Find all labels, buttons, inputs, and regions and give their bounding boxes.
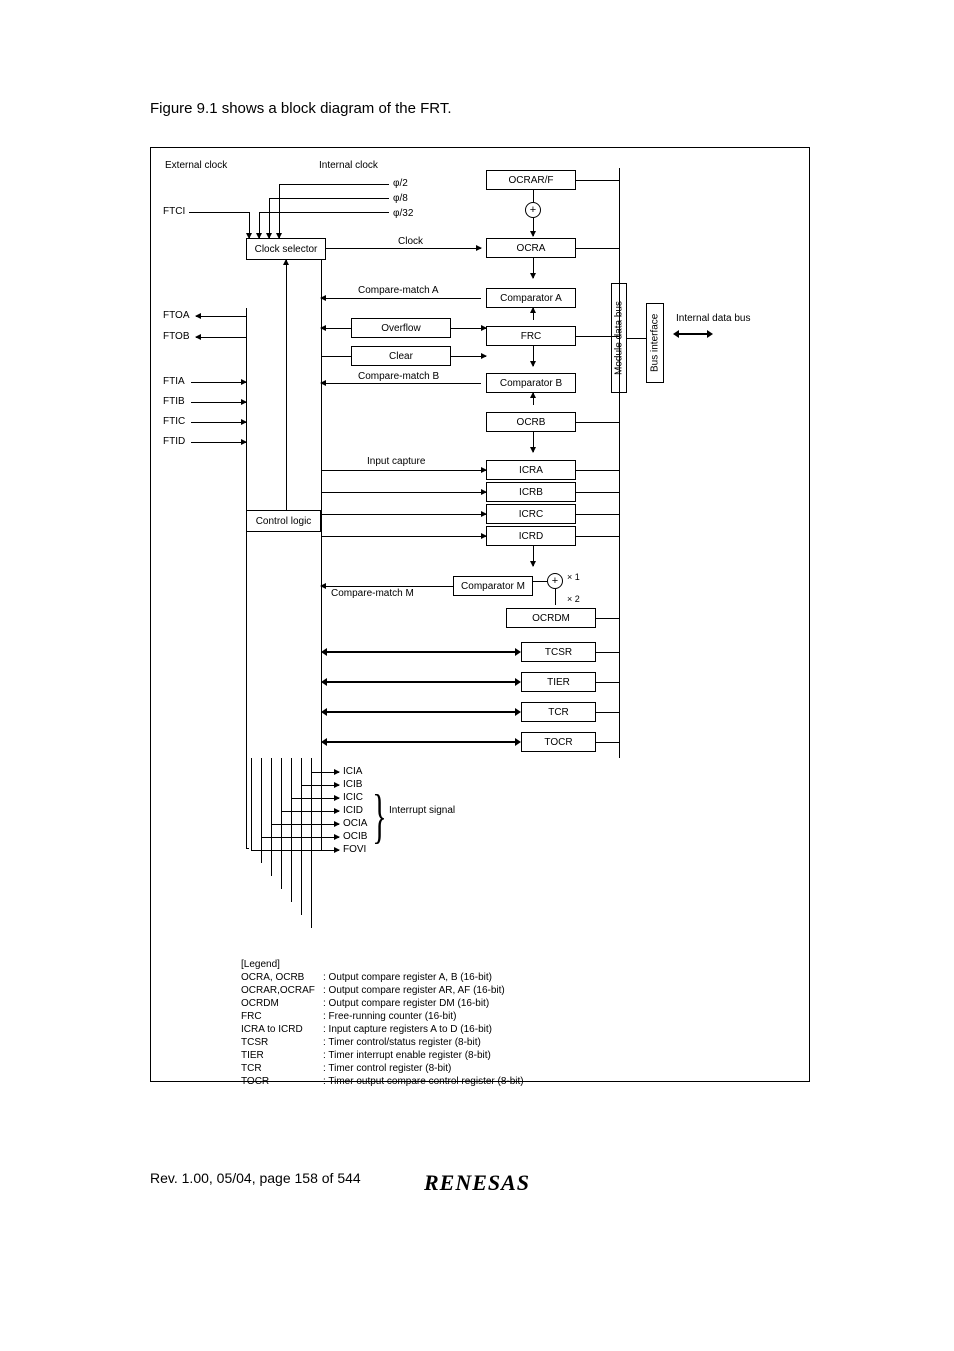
ftoa-pin: FTOA: [163, 310, 189, 321]
clear-block: Clear: [351, 346, 451, 366]
ftia-pin: FTIA: [163, 376, 185, 387]
legend-key: OCRA, OCRB: [241, 971, 323, 984]
legend-val: : Output compare register AR, AF (16-bit…: [323, 984, 505, 997]
compare-match-m-label: Compare-match M: [331, 588, 414, 599]
icra-reg: ICRA: [486, 460, 576, 480]
ftid-pin: FTID: [163, 436, 185, 447]
tocr-reg: TOCR: [521, 732, 596, 752]
curly-brace-icon: }: [372, 786, 386, 846]
tcr-reg: TCR: [521, 702, 596, 722]
bus-interface-block: Bus interface: [646, 303, 664, 383]
ftob-pin: FTOB: [163, 331, 189, 342]
icia-int: ICIA: [343, 766, 362, 777]
icic-int: ICIC: [343, 792, 363, 803]
frt-block-diagram: External clock Internal clock φ/2 φ/8 φ/…: [150, 147, 810, 1082]
ocia-int: OCIA: [343, 818, 367, 829]
legend-val: : Timer output compare control register …: [323, 1075, 524, 1088]
comparator-m-block: Comparator M: [453, 576, 533, 596]
comparator-a-block: Comparator A: [486, 288, 576, 308]
internal-clock-label: Internal clock: [319, 160, 378, 171]
icrb-reg: ICRB: [486, 482, 576, 502]
tcsr-reg: TCSR: [521, 642, 596, 662]
ocrar-f-reg: OCRAR/F: [486, 170, 576, 190]
ftic-pin: FTIC: [163, 416, 185, 427]
phi32-label: φ/32: [393, 208, 413, 219]
phi2-label: φ/2: [393, 178, 408, 189]
legend-val: : Input capture registers A to D (16-bit…: [323, 1023, 492, 1036]
ftib-pin: FTIB: [163, 396, 185, 407]
legend-key: TOCR: [241, 1075, 323, 1088]
fovi-int: FOVI: [343, 844, 366, 855]
legend-key: FRC: [241, 1010, 323, 1023]
legend-key: OCRDM: [241, 997, 323, 1010]
x2-label: × 2: [567, 594, 580, 604]
frc-reg: FRC: [486, 326, 576, 346]
ocra-reg: OCRA: [486, 238, 576, 258]
legend-val: : Output compare register DM (16-bit): [323, 997, 489, 1010]
control-logic-block: Control logic: [246, 510, 321, 532]
legend-key: TCSR: [241, 1036, 323, 1049]
bidir-icon: [673, 330, 713, 338]
legend-title: [Legend]: [241, 958, 524, 971]
compare-match-a-label: Compare-match A: [358, 285, 439, 296]
tier-reg: TIER: [521, 672, 596, 692]
icib-int: ICIB: [343, 779, 362, 790]
overflow-block: Overflow: [351, 318, 451, 338]
ocrdm-reg: OCRDM: [506, 608, 596, 628]
legend-val: : Output compare register A, B (16-bit): [323, 971, 492, 984]
legend-val: : Free-running counter (16-bit): [323, 1010, 456, 1023]
icrd-reg: ICRD: [486, 526, 576, 546]
legend-key: TCR: [241, 1062, 323, 1075]
bidir-icon: [321, 678, 521, 686]
clock-label: Clock: [398, 236, 423, 247]
bidir-icon: [321, 708, 521, 716]
input-capture-label: Input capture: [367, 456, 425, 467]
interrupt-signal-label: Interrupt signal: [389, 805, 455, 816]
bidir-icon: [321, 648, 521, 656]
ftci-pin: FTCI: [163, 206, 185, 217]
legend-val: : Timer control register (8-bit): [323, 1062, 451, 1075]
ocrb-reg: OCRB: [486, 412, 576, 432]
adder2-icon: +: [547, 573, 563, 589]
adder-icon: +: [525, 202, 541, 218]
ocib-int: OCIB: [343, 831, 367, 842]
legend: [Legend] OCRA, OCRB: Output compare regi…: [241, 958, 524, 1088]
clock-selector-block: Clock selector: [246, 238, 326, 260]
x1-label: × 1: [567, 572, 580, 582]
bidir-icon: [321, 738, 521, 746]
legend-val: : Timer control/status register (8-bit): [323, 1036, 481, 1049]
external-clock-label: External clock: [165, 160, 227, 171]
legend-val: : Timer interrupt enable register (8-bit…: [323, 1049, 491, 1062]
renesas-logo: RENESAS: [0, 1170, 954, 1196]
internal-data-bus-label: Internal data bus: [676, 313, 751, 324]
legend-key: TIER: [241, 1049, 323, 1062]
phi8-label: φ/8: [393, 193, 408, 204]
icid-int: ICID: [343, 805, 363, 816]
legend-key: ICRA to ICRD: [241, 1023, 323, 1036]
intro-text: Figure 9.1 shows a block diagram of the …: [150, 100, 804, 117]
legend-key: OCRAR,OCRAF: [241, 984, 323, 997]
compare-match-b-label: Compare-match B: [358, 371, 439, 382]
icrc-reg: ICRC: [486, 504, 576, 524]
comparator-b-block: Comparator B: [486, 373, 576, 393]
